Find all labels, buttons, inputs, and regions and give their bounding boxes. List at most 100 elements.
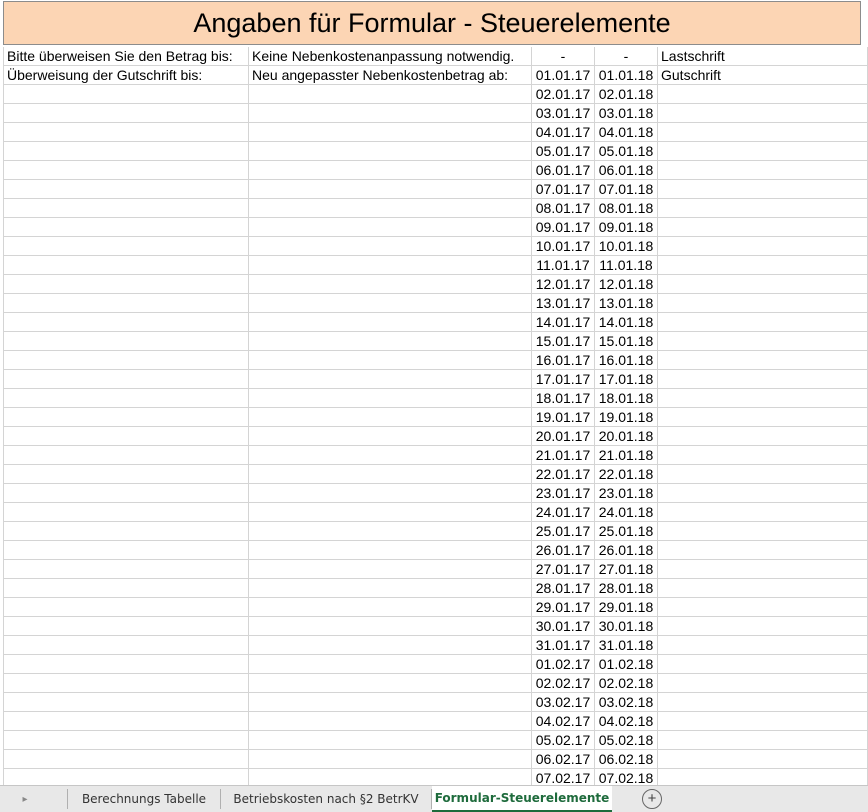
cell[interactable]: [658, 370, 868, 389]
cell[interactable]: [249, 750, 532, 769]
cell[interactable]: 14.01.18: [595, 313, 658, 332]
cell[interactable]: 02.01.18: [595, 85, 658, 104]
cell[interactable]: [658, 484, 868, 503]
cell[interactable]: 03.01.18: [595, 104, 658, 123]
cell[interactable]: 11.01.18: [595, 256, 658, 275]
tab-berechnungs-tabelle[interactable]: Berechnungs Tabelle: [68, 786, 220, 812]
cell[interactable]: [3, 199, 249, 218]
cell[interactable]: [3, 693, 249, 712]
cell[interactable]: 09.01.17: [532, 218, 595, 237]
cell[interactable]: [3, 446, 249, 465]
cell[interactable]: 14.01.17: [532, 313, 595, 332]
cell[interactable]: [249, 655, 532, 674]
cell[interactable]: [658, 408, 868, 427]
cell[interactable]: 01.02.18: [595, 655, 658, 674]
tab-betriebskosten[interactable]: Betriebskosten nach §2 BetrKV: [221, 786, 431, 812]
cell[interactable]: [3, 579, 249, 598]
cell[interactable]: [3, 769, 249, 785]
cell[interactable]: [3, 123, 249, 142]
cell[interactable]: [658, 693, 868, 712]
cell[interactable]: 18.01.18: [595, 389, 658, 408]
cell[interactable]: [658, 199, 868, 218]
cell[interactable]: 22.01.17: [532, 465, 595, 484]
cell[interactable]: [249, 446, 532, 465]
cell[interactable]: [658, 389, 868, 408]
cell[interactable]: [658, 465, 868, 484]
cell[interactable]: 31.01.18: [595, 636, 658, 655]
cell[interactable]: [3, 655, 249, 674]
cell[interactable]: [3, 712, 249, 731]
cell[interactable]: 19.01.17: [532, 408, 595, 427]
cell[interactable]: [658, 769, 868, 785]
cell[interactable]: 07.02.17: [532, 769, 595, 785]
cell[interactable]: 11.01.17: [532, 256, 595, 275]
cell[interactable]: [658, 427, 868, 446]
cell[interactable]: 02.02.18: [595, 674, 658, 693]
cell[interactable]: Bitte überweisen Sie den Betrag bis:: [3, 47, 249, 66]
cell[interactable]: 21.01.17: [532, 446, 595, 465]
cell[interactable]: 26.01.17: [532, 541, 595, 560]
cell[interactable]: 09.01.18: [595, 218, 658, 237]
cell[interactable]: 01.01.17: [532, 66, 595, 85]
add-sheet-icon[interactable]: +: [642, 789, 662, 809]
cell[interactable]: [249, 85, 532, 104]
cell[interactable]: [658, 731, 868, 750]
cell[interactable]: [249, 484, 532, 503]
cell[interactable]: 23.01.17: [532, 484, 595, 503]
cell[interactable]: 21.01.18: [595, 446, 658, 465]
cell[interactable]: [3, 332, 249, 351]
cell[interactable]: 10.01.17: [532, 237, 595, 256]
cell[interactable]: [658, 541, 868, 560]
cell[interactable]: 29.01.17: [532, 598, 595, 617]
cell[interactable]: [249, 104, 532, 123]
cell[interactable]: 03.01.17: [532, 104, 595, 123]
cell[interactable]: [249, 712, 532, 731]
cell[interactable]: [658, 123, 868, 142]
cell[interactable]: 15.01.18: [595, 332, 658, 351]
cell[interactable]: 06.01.18: [595, 161, 658, 180]
cell[interactable]: [3, 180, 249, 199]
cell[interactable]: 10.01.18: [595, 237, 658, 256]
cell[interactable]: [3, 731, 249, 750]
tab-scroll-right-icon[interactable]: ▸: [10, 786, 40, 812]
cell[interactable]: 08.01.17: [532, 199, 595, 218]
cell[interactable]: [249, 351, 532, 370]
cell[interactable]: Lastschrift: [658, 47, 868, 66]
cell[interactable]: [249, 674, 532, 693]
cell[interactable]: 16.01.17: [532, 351, 595, 370]
cell[interactable]: [3, 351, 249, 370]
cell[interactable]: [249, 560, 532, 579]
cell[interactable]: [658, 636, 868, 655]
cell[interactable]: [249, 503, 532, 522]
cell[interactable]: Überweisung der Gutschrift bis:: [3, 66, 249, 85]
cell[interactable]: [249, 636, 532, 655]
cell[interactable]: 13.01.17: [532, 294, 595, 313]
cell[interactable]: 05.01.18: [595, 142, 658, 161]
cell[interactable]: [3, 465, 249, 484]
cell[interactable]: [3, 750, 249, 769]
cell[interactable]: [249, 142, 532, 161]
cell[interactable]: [3, 275, 249, 294]
cell[interactable]: [3, 636, 249, 655]
cell[interactable]: 05.02.17: [532, 731, 595, 750]
cell[interactable]: 24.01.18: [595, 503, 658, 522]
cell[interactable]: [3, 104, 249, 123]
cell[interactable]: 25.01.17: [532, 522, 595, 541]
cell[interactable]: [3, 237, 249, 256]
cell[interactable]: 12.01.17: [532, 275, 595, 294]
cell[interactable]: [249, 693, 532, 712]
cell[interactable]: 29.01.18: [595, 598, 658, 617]
cell[interactable]: 05.01.17: [532, 142, 595, 161]
cell[interactable]: 07.02.18: [595, 769, 658, 785]
cell[interactable]: [3, 617, 249, 636]
cell[interactable]: [658, 351, 868, 370]
cell[interactable]: [3, 294, 249, 313]
cell[interactable]: [658, 579, 868, 598]
cell[interactable]: Gutschrift: [658, 66, 868, 85]
cell[interactable]: [3, 85, 249, 104]
cell[interactable]: 06.02.17: [532, 750, 595, 769]
cell[interactable]: [3, 256, 249, 275]
cell[interactable]: 06.01.17: [532, 161, 595, 180]
cell[interactable]: [249, 256, 532, 275]
cell[interactable]: [658, 142, 868, 161]
